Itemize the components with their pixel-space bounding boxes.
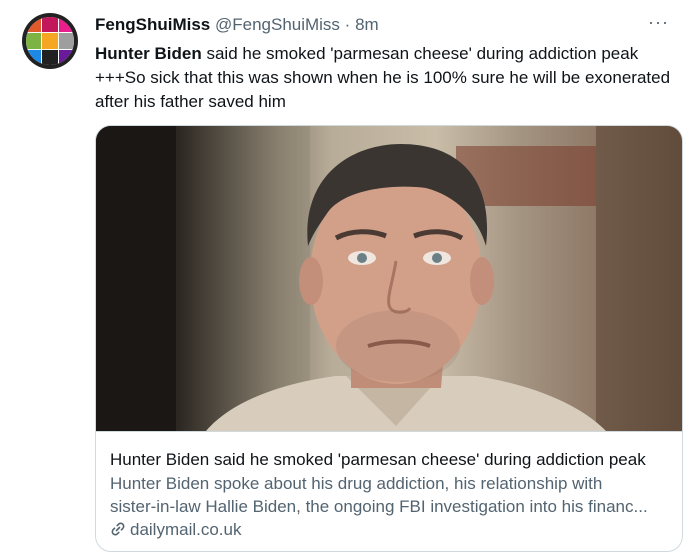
tweet-text-line-2: +++So sick that this was shown when he i…	[95, 68, 671, 87]
card-description-line-2: sister-in-law Hallie Biden, the ongoing …	[110, 497, 648, 516]
card-description-line-1: Hunter Biden spoke about his drug addict…	[110, 474, 603, 493]
avatar[interactable]	[22, 13, 78, 69]
tweet-header: FengShuiMiss @FengShuiMiss · 8m	[95, 14, 379, 36]
card-body[interactable]: Hunter Biden said he smoked 'parmesan ch…	[96, 431, 682, 551]
card-domain[interactable]: dailymail.co.uk	[110, 519, 668, 543]
separator-dot: ·	[344, 15, 351, 34]
user-handle[interactable]: @FengShuiMiss	[215, 15, 340, 34]
card-title[interactable]: Hunter Biden said he smoked 'parmesan ch…	[110, 448, 668, 471]
tweet[interactable]: FengShuiMiss @FengShuiMiss · 8m ··· Hunt…	[0, 0, 700, 556]
link-icon	[110, 521, 126, 543]
news-photo	[96, 126, 682, 431]
timestamp[interactable]: 8m	[355, 15, 379, 34]
card-image[interactable]	[96, 126, 682, 431]
card-domain-text[interactable]: dailymail.co.uk	[130, 520, 242, 539]
tweet-text-line-1: Hunter Biden said he smoked 'parmesan ch…	[95, 42, 690, 66]
tweet-text-line-3: after his father saved him	[95, 92, 286, 111]
card-description: Hunter Biden spoke about his drug addict…	[110, 472, 668, 518]
tweet-text: Hunter Biden said he smoked 'parmesan ch…	[95, 42, 690, 114]
avatar-feng-shui-grid	[26, 17, 74, 65]
more-options-icon[interactable]: ···	[648, 12, 669, 32]
tweet-text-line-1-rest: said he smoked 'parmesan cheese' during …	[201, 44, 639, 63]
link-preview-card[interactable]: Hunter Biden said he smoked 'parmesan ch…	[95, 125, 683, 552]
tweet-text-bold: Hunter Biden	[95, 44, 202, 63]
display-name[interactable]: FengShuiMiss	[95, 15, 210, 34]
